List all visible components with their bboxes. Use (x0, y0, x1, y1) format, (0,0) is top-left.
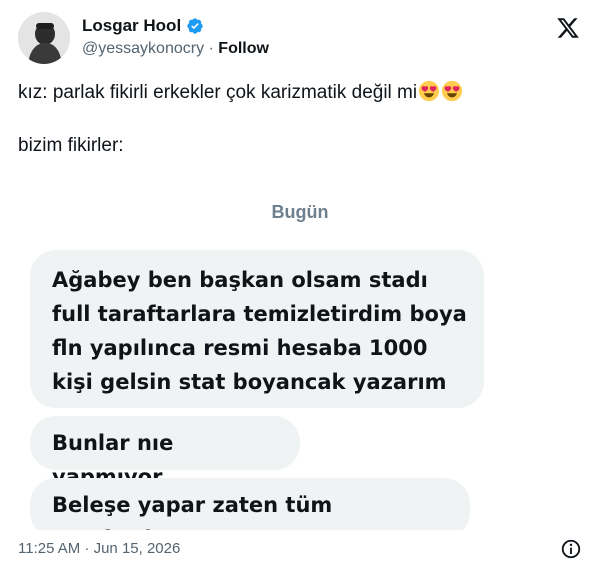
tweet-header: Losgar Hool @yessaykonocry · Follow (18, 12, 582, 64)
info-icon[interactable] (560, 538, 582, 560)
tweet-timestamp[interactable]: 11:25 AM · Jun 15, 2026 (18, 540, 180, 557)
chat-screenshot-media[interactable]: Bugün Ağabey ben başkan olsam stadı full… (18, 182, 582, 530)
chat-day-label: Bugün (271, 202, 329, 222)
avatar[interactable] (18, 12, 70, 64)
verified-badge-icon (187, 18, 203, 34)
chat-message-bubble: Bunlar nıe yapmıyor (30, 416, 300, 489)
chat-message-bubble: Beleşe yapar zaten tüm taraftarlar (30, 478, 470, 530)
tweet-line-1: kız: parlak fikirli erkekler çok karizma… (18, 82, 418, 103)
heart-eyes-emoji (419, 80, 440, 102)
chat-message-bubble: Ağabey ben başkan olsam stadı full taraf… (30, 250, 484, 408)
avatar-image (18, 12, 70, 64)
separator-dot: · (208, 40, 214, 57)
tweet-footer: 11:25 AM · Jun 15, 2026 (18, 536, 582, 562)
author-handle[interactable]: @yessaykonocry (82, 40, 204, 57)
tweet-text-line-1: kız: parlak fikirli erkekler çok karizma… (18, 80, 463, 105)
tweet-text-line-2: bizim fikirler: (18, 135, 124, 156)
author-name[interactable]: Losgar Hool (82, 16, 181, 36)
x-logo-icon[interactable] (556, 16, 580, 40)
follow-button[interactable]: Follow (218, 40, 269, 57)
heart-eyes-emoji (442, 80, 463, 102)
